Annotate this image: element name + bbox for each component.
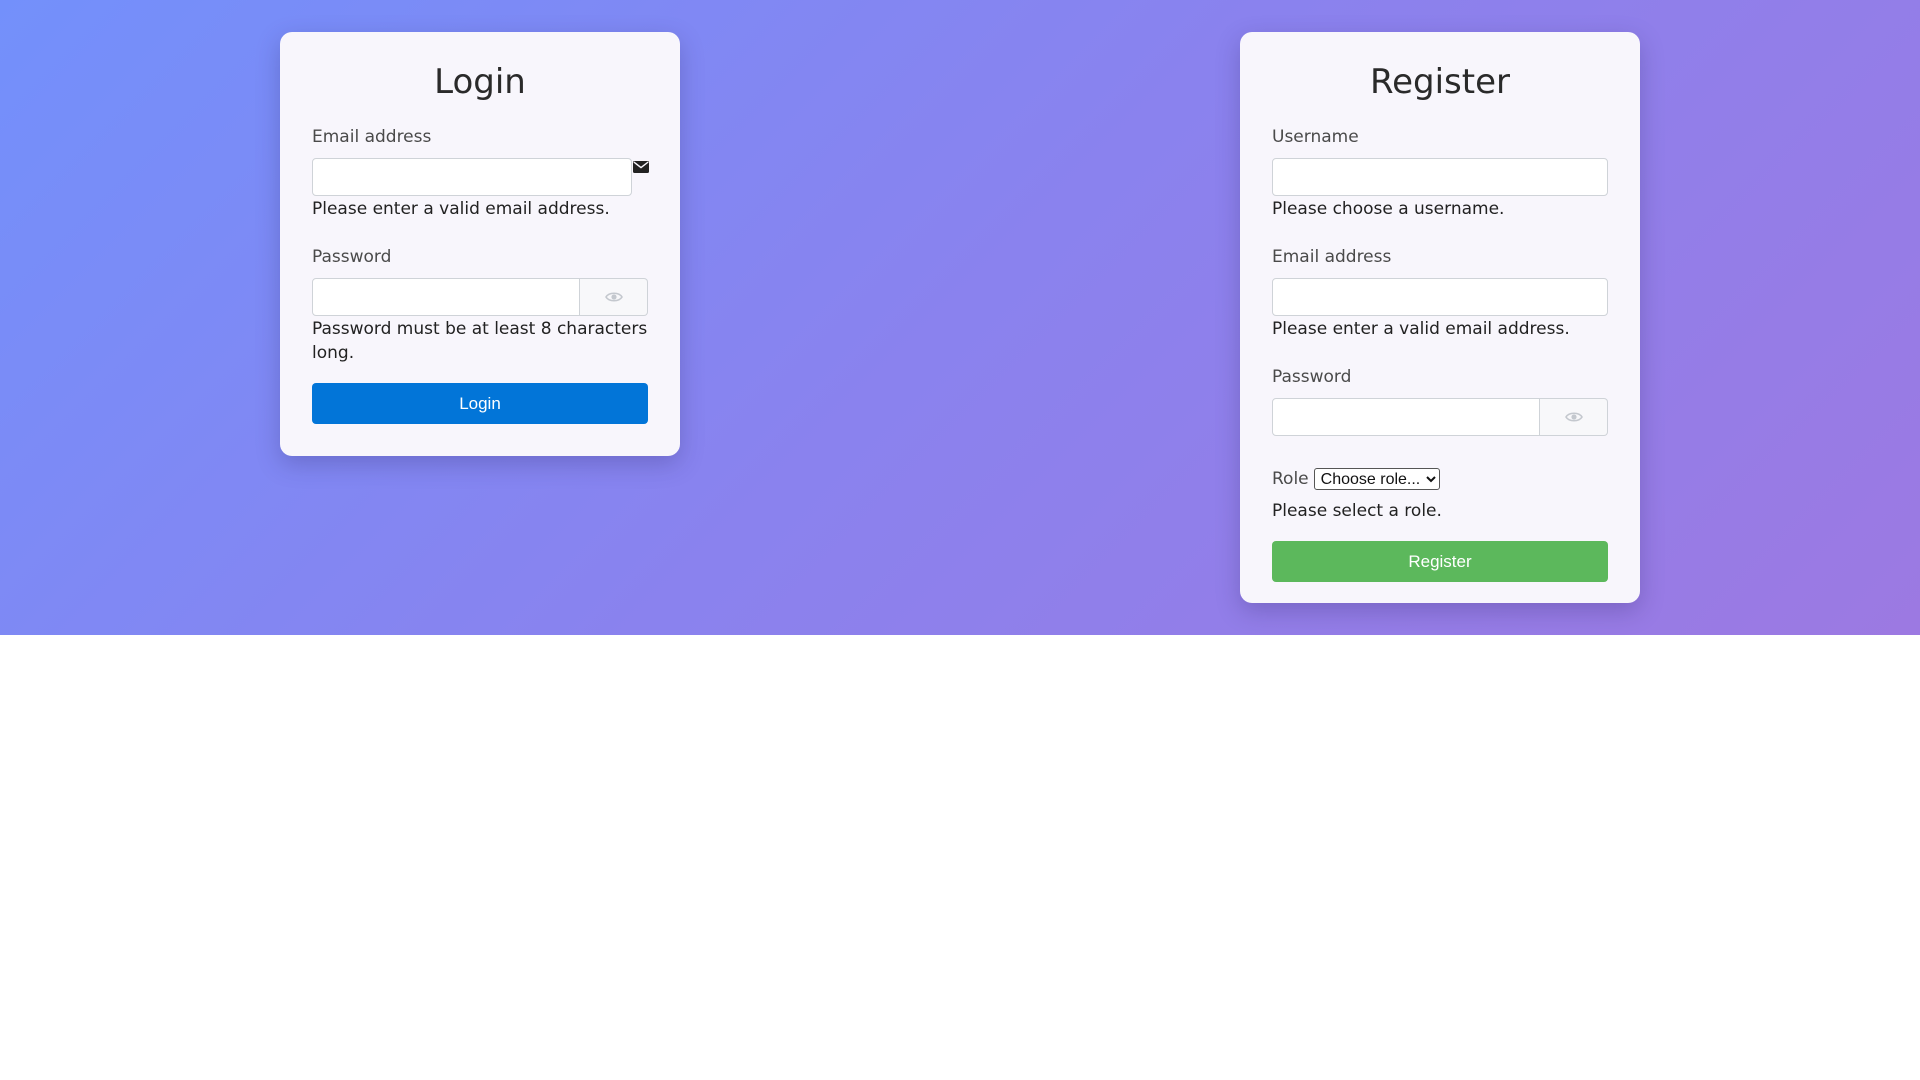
register-card: Register Username Please choose a userna… [1240, 32, 1640, 603]
login-email-input[interactable] [312, 158, 632, 196]
register-username-row [1272, 158, 1608, 196]
login-password-row [312, 278, 648, 316]
login-password-group: Password Password must be at least 8 cha… [312, 247, 648, 365]
login-password-feedback: Password must be at least 8 characters l… [312, 319, 648, 363]
register-title: Register [1370, 62, 1510, 102]
register-username-feedback: Please choose a username. [1272, 199, 1505, 219]
login-password-toggle-button[interactable] [580, 278, 648, 316]
register-role-row: Role Choose role... [1272, 467, 1608, 491]
register-role-select[interactable]: Choose role... [1313, 468, 1440, 490]
register-password-row [1272, 398, 1608, 436]
register-email-input[interactable] [1272, 278, 1608, 316]
login-card: Login Email address Please enter a valid… [280, 32, 680, 456]
register-password-toggle-button[interactable] [1540, 398, 1608, 436]
login-password-input[interactable] [312, 278, 580, 316]
register-password-input[interactable] [1272, 398, 1540, 436]
register-button[interactable]: Register [1272, 541, 1608, 582]
login-email-row [312, 158, 649, 196]
register-password-group: Password [1272, 367, 1608, 436]
register-email-row [1272, 278, 1608, 316]
login-email-feedback: Please enter a valid email address. [312, 199, 610, 219]
eye-icon [604, 288, 623, 307]
register-username-input[interactable] [1272, 158, 1608, 196]
login-password-label: Password [312, 247, 392, 267]
login-button[interactable]: Login [312, 383, 648, 424]
register-username-label: Username [1272, 127, 1359, 147]
envelope-icon [633, 158, 649, 173]
register-email-group: Email address Please enter a valid email… [1272, 247, 1608, 341]
register-role-label: Role [1272, 469, 1309, 489]
login-email-label: Email address [312, 127, 432, 147]
register-username-group: Username Please choose a username. [1272, 127, 1608, 221]
eye-icon [1564, 408, 1583, 427]
register-email-label: Email address [1272, 247, 1392, 267]
register-password-label: Password [1272, 367, 1352, 387]
login-title: Login [434, 62, 526, 102]
login-email-group: Email address Please enter a valid email… [312, 127, 649, 221]
register-email-feedback: Please enter a valid email address. [1272, 319, 1570, 339]
register-role-feedback: Please select a role. [1272, 501, 1442, 521]
